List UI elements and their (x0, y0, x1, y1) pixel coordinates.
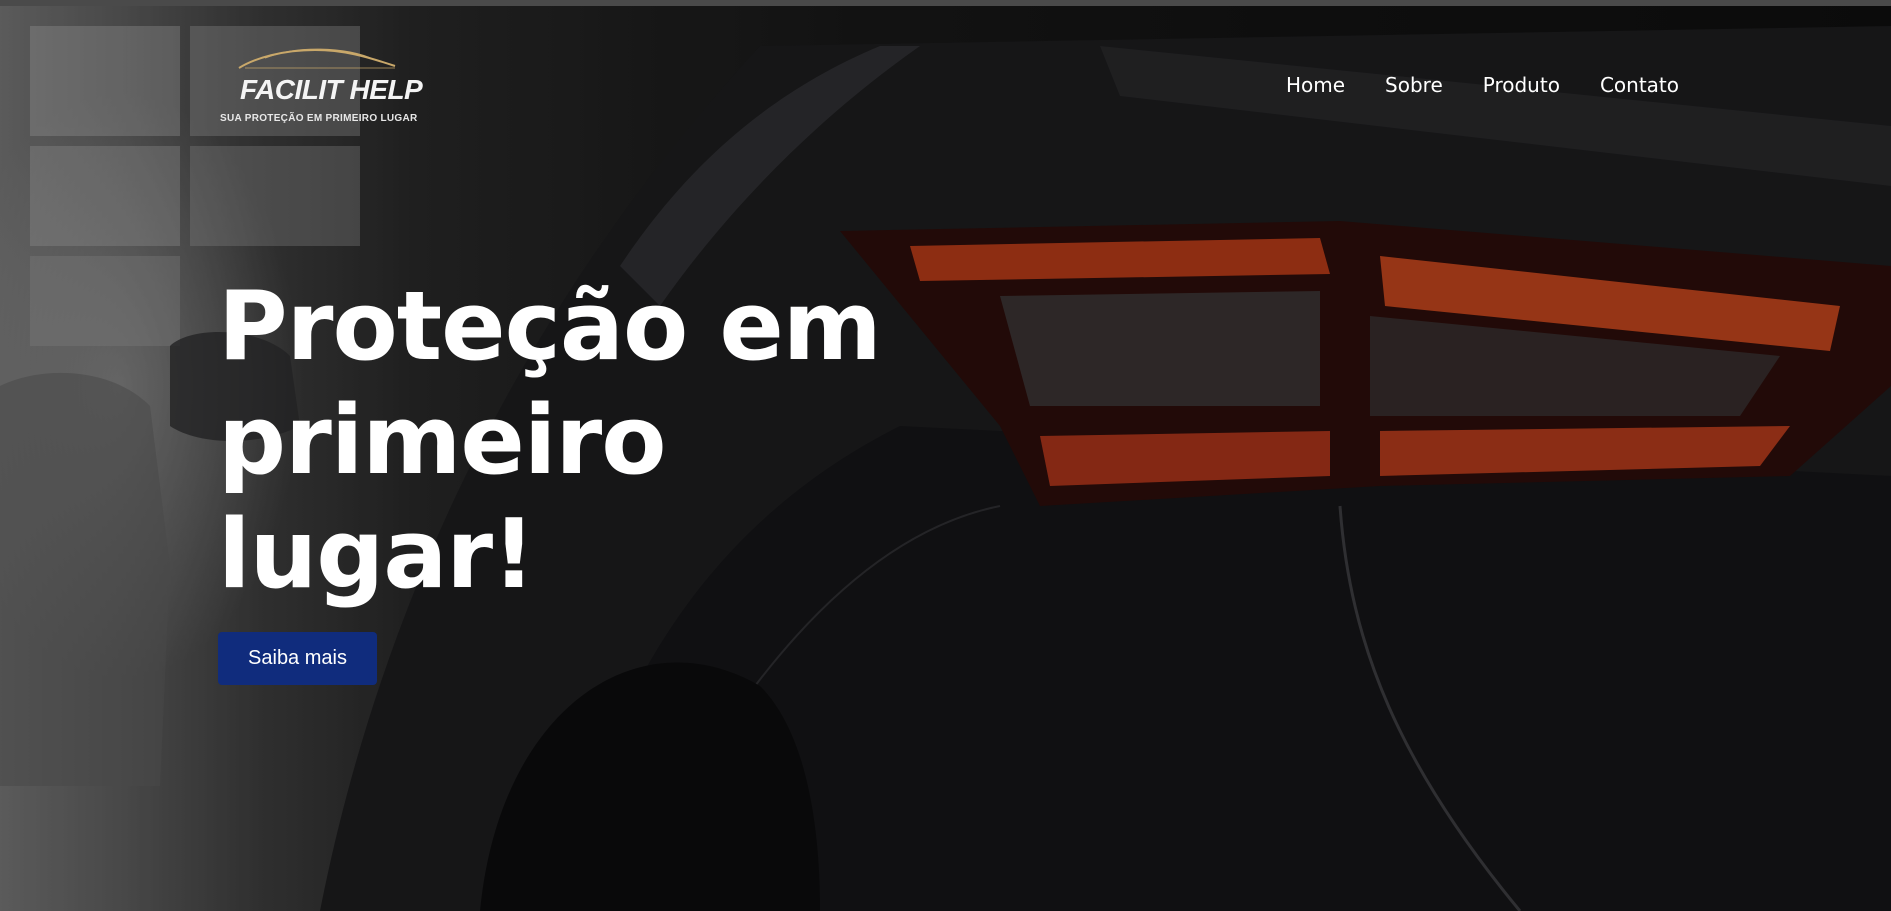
brand-tagline: SUA PROTEÇÃO EM PRIMEIRO LUGAR (220, 113, 418, 124)
browser-top-strip (0, 0, 1891, 6)
main-nav: Home Sobre Produto Contato (1286, 73, 1679, 97)
landing-page: FACILIT HELP SUA PROTEÇÃO EM PRIMEIRO LU… (0, 0, 1891, 911)
nav-link-sobre[interactable]: Sobre (1385, 73, 1443, 97)
hero-title-line-3: lugar! (218, 500, 535, 610)
nav-link-produto[interactable]: Produto (1483, 73, 1560, 97)
hero-title: Proteção em primeiro lugar! (218, 270, 918, 612)
brand-name: FACILIT HELP (240, 74, 423, 105)
hero-content: Proteção em primeiro lugar! Saiba mais (218, 270, 918, 685)
nav-link-home[interactable]: Home (1286, 73, 1345, 97)
saiba-mais-button[interactable]: Saiba mais (218, 632, 377, 685)
car-silhouette-icon (238, 48, 396, 69)
nav-link-contato[interactable]: Contato (1600, 73, 1679, 97)
hero-title-line-2: primeiro (218, 386, 667, 496)
hero-title-line-1: Proteção em (218, 272, 882, 382)
brand-logo[interactable]: FACILIT HELP SUA PROTEÇÃO EM PRIMEIRO LU… (218, 44, 423, 130)
